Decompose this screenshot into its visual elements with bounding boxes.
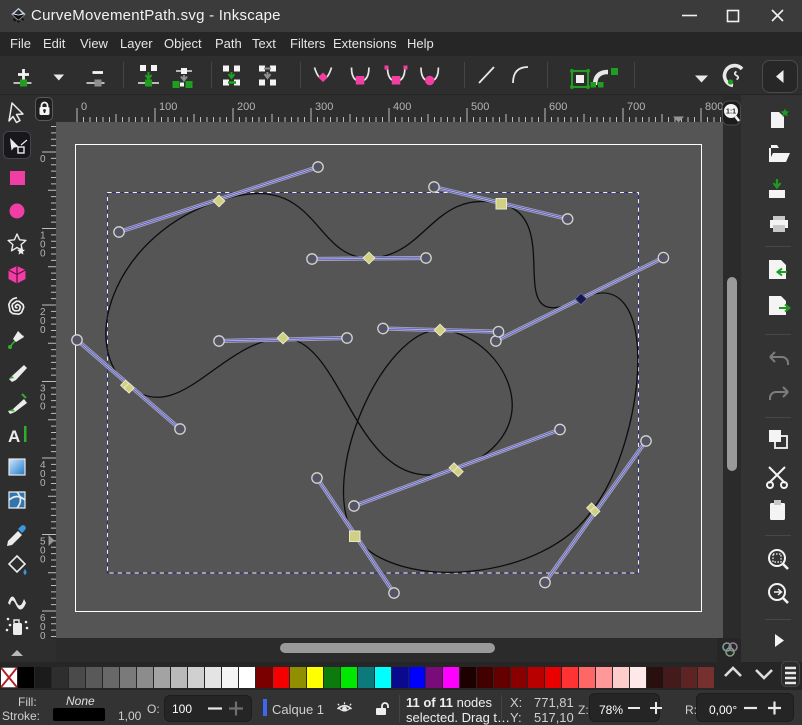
svg-text:700: 700 [627, 101, 645, 113]
svg-text:300: 300 [315, 101, 333, 113]
svg-text:0: 0 [40, 555, 46, 566]
svg-text:0: 0 [40, 249, 46, 260]
svg-text:200: 200 [237, 101, 255, 113]
svg-text:1:1: 1:1 [726, 109, 736, 116]
svg-text:A: A [8, 427, 20, 446]
svg-text:0: 0 [81, 101, 87, 113]
svg-text:800: 800 [705, 101, 723, 113]
svg-text:0: 0 [40, 154, 46, 165]
svg-text:100: 100 [159, 101, 177, 113]
svg-text:0: 0 [40, 478, 46, 489]
svg-text:0: 0 [40, 631, 46, 641]
svg-text:600: 600 [549, 101, 567, 113]
svg-text:0: 0 [40, 402, 46, 413]
svg-text:400: 400 [393, 101, 411, 113]
svg-text:500: 500 [471, 101, 489, 113]
svg-text:0: 0 [40, 325, 46, 336]
